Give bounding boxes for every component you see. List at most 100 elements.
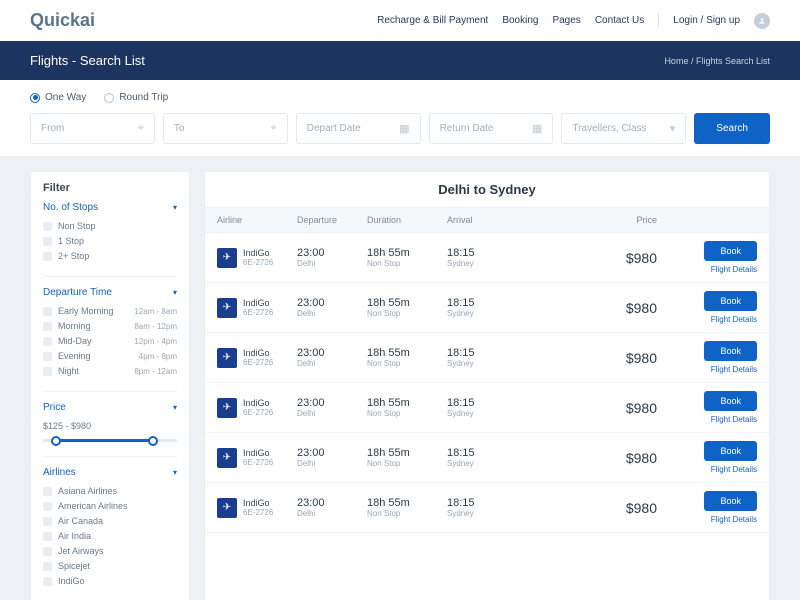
flight-details-link[interactable]: Flight Details	[711, 415, 757, 424]
avatar-icon[interactable]	[754, 13, 770, 29]
airline-name: IndiGo	[243, 348, 273, 358]
flight-details-link[interactable]: Flight Details	[711, 465, 757, 474]
flight-details-link[interactable]: Flight Details	[711, 515, 757, 524]
departure-city: Delhi	[297, 259, 367, 268]
pin-icon: ⌖	[271, 122, 277, 135]
book-button[interactable]: Book	[704, 491, 757, 511]
flight-row: ✈IndiGo6E-272623:00Delhi18h 55mNon Stop1…	[205, 433, 769, 483]
filter-air-opt[interactable]: Air India	[43, 531, 177, 541]
arrival-time: 18:15	[447, 497, 517, 509]
chevron-down-icon: ▾	[173, 288, 177, 297]
flight-row: ✈IndiGo6E-272623:00Delhi18h 55mNon Stop1…	[205, 233, 769, 283]
departure-time: 23:00	[297, 447, 367, 459]
flight-details-link[interactable]: Flight Details	[711, 365, 757, 374]
depart-date-input[interactable]: Depart Date▦	[296, 113, 421, 144]
filter-dep-opt[interactable]: Evening4pm - 8pm	[43, 351, 177, 361]
book-button[interactable]: Book	[704, 441, 757, 461]
airline-logo-icon: ✈	[217, 398, 237, 418]
price: $980	[517, 400, 677, 416]
flight-code: 6E-2726	[243, 408, 273, 417]
flight-details-link[interactable]: Flight Details	[711, 265, 757, 274]
filter-air-opt[interactable]: American Airlines	[43, 501, 177, 511]
col-duration: Duration	[367, 215, 447, 225]
search-button[interactable]: Search	[694, 113, 770, 144]
filter-dep-opt[interactable]: Early Morning12am - 8am	[43, 306, 177, 316]
filter-stops-toggle[interactable]: No. of Stops▾	[43, 202, 177, 213]
stops: Non Stop	[367, 459, 447, 468]
flight-code: 6E-2726	[243, 258, 273, 267]
radio-roundtrip[interactable]: Round Trip	[104, 92, 168, 103]
filter-stops-opt[interactable]: Non Stop	[43, 221, 177, 231]
login-link[interactable]: Login / Sign up	[673, 15, 740, 26]
filter-price-toggle[interactable]: Price▾	[43, 402, 177, 413]
flight-code: 6E-2726	[243, 458, 273, 467]
return-date-input[interactable]: Return Date▦	[429, 113, 554, 144]
filter-dep-opt[interactable]: Night8pm - 12am	[43, 366, 177, 376]
airline-logo-icon: ✈	[217, 498, 237, 518]
book-button[interactable]: Book	[704, 391, 757, 411]
nav-booking[interactable]: Booking	[502, 15, 538, 26]
departure-city: Delhi	[297, 509, 367, 518]
airline-logo-icon: ✈	[217, 348, 237, 368]
arrival-city: Sydney	[447, 309, 517, 318]
airline-name: IndiGo	[243, 498, 273, 508]
to-input[interactable]: To⌖	[163, 113, 288, 144]
filter-airlines-toggle[interactable]: Airlines▾	[43, 467, 177, 478]
arrival-time: 18:15	[447, 447, 517, 459]
airline-name: IndiGo	[243, 448, 273, 458]
duration: 18h 55m	[367, 297, 447, 309]
book-button[interactable]: Book	[704, 241, 757, 261]
flight-row: ✈IndiGo6E-272623:00Delhi18h 55mNon Stop1…	[205, 483, 769, 533]
from-input[interactable]: From⌖	[30, 113, 155, 144]
arrival-city: Sydney	[447, 359, 517, 368]
book-button[interactable]: Book	[704, 291, 757, 311]
filter-dep-toggle[interactable]: Departure Time▾	[43, 287, 177, 298]
arrival-time: 18:15	[447, 397, 517, 409]
flight-details-link[interactable]: Flight Details	[711, 315, 757, 324]
filter-air-opt[interactable]: Air Canada	[43, 516, 177, 526]
pin-icon: ⌖	[138, 122, 144, 135]
airline-logo-icon: ✈	[217, 298, 237, 318]
travellers-input[interactable]: Travellers, Class▾	[561, 113, 686, 144]
flight-code: 6E-2726	[243, 358, 273, 367]
col-departure: Departure	[297, 215, 367, 225]
price: $980	[517, 450, 677, 466]
radio-oneway[interactable]: One Way	[30, 92, 86, 103]
price-slider[interactable]	[43, 439, 177, 442]
filter-air-opt[interactable]: IndiGo	[43, 576, 177, 586]
filter-air-opt[interactable]: Jet Airways	[43, 546, 177, 556]
price: $980	[517, 350, 677, 366]
nav-contact[interactable]: Contact Us	[595, 15, 644, 26]
chevron-down-icon: ▾	[173, 203, 177, 212]
departure-time: 23:00	[297, 347, 367, 359]
filter-stops-opt[interactable]: 2+ Stop	[43, 251, 177, 261]
departure-time: 23:00	[297, 247, 367, 259]
stops: Non Stop	[367, 359, 447, 368]
flight-row: ✈IndiGo6E-272623:00Delhi18h 55mNon Stop1…	[205, 383, 769, 433]
arrival-city: Sydney	[447, 259, 517, 268]
airline-name: IndiGo	[243, 248, 273, 258]
filter-dep-opt[interactable]: Morning8am - 12pm	[43, 321, 177, 331]
page-title: Flights - Search List	[30, 53, 145, 68]
stops: Non Stop	[367, 409, 447, 418]
filter-dep-opt[interactable]: Mid-Day12pm - 4pm	[43, 336, 177, 346]
price: $980	[517, 500, 677, 516]
filter-stops-opt[interactable]: 1 Stop	[43, 236, 177, 246]
duration: 18h 55m	[367, 397, 447, 409]
filter-air-opt[interactable]: Asiana Airlines	[43, 486, 177, 496]
chevron-down-icon: ▾	[670, 122, 676, 135]
flight-code: 6E-2726	[243, 308, 273, 317]
departure-time: 23:00	[297, 397, 367, 409]
arrival-time: 18:15	[447, 247, 517, 259]
arrival-time: 18:15	[447, 347, 517, 359]
logo[interactable]: Quickai	[30, 10, 95, 31]
arrival-city: Sydney	[447, 509, 517, 518]
nav-recharge[interactable]: Recharge & Bill Payment	[377, 15, 488, 26]
calendar-icon: ▦	[399, 122, 409, 135]
breadcrumb-home[interactable]: Home	[664, 56, 688, 66]
filter-air-opt[interactable]: Spicejet	[43, 561, 177, 571]
nav-pages[interactable]: Pages	[552, 15, 580, 26]
flight-row: ✈IndiGo6E-272623:00Delhi18h 55mNon Stop1…	[205, 333, 769, 383]
stops: Non Stop	[367, 509, 447, 518]
book-button[interactable]: Book	[704, 341, 757, 361]
